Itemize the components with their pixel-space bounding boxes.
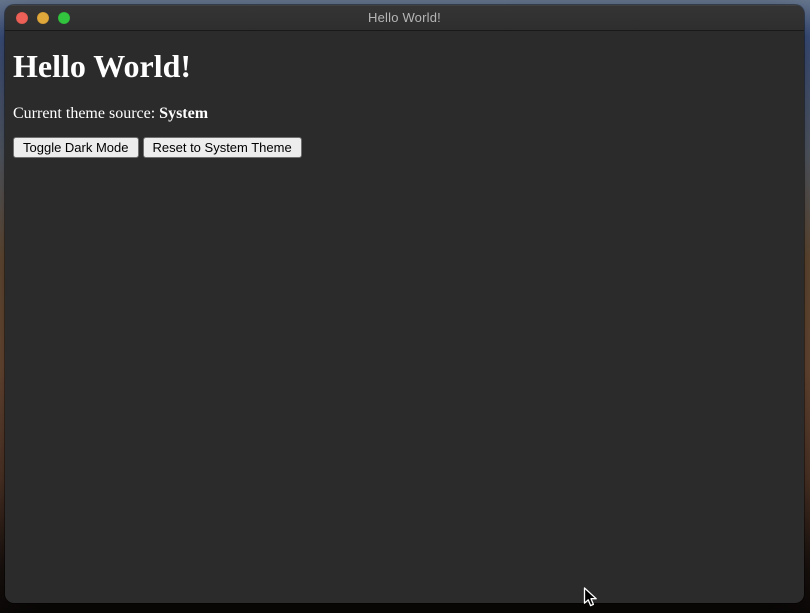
titlebar[interactable]: Hello World! bbox=[5, 5, 804, 31]
app-window: Hello World! Hello World! Current theme … bbox=[5, 5, 804, 603]
traffic-lights bbox=[16, 5, 70, 30]
close-icon[interactable] bbox=[16, 12, 28, 24]
theme-source-line: Current theme source: System bbox=[13, 105, 796, 123]
toggle-dark-mode-button[interactable]: Toggle Dark Mode bbox=[13, 137, 139, 158]
button-row: Toggle Dark Mode Reset to System Theme bbox=[13, 137, 796, 158]
window-title: Hello World! bbox=[368, 10, 441, 25]
page-content: Hello World! Current theme source: Syste… bbox=[5, 48, 804, 603]
page-title: Hello World! bbox=[13, 48, 796, 85]
reset-to-system-theme-button[interactable]: Reset to System Theme bbox=[143, 137, 302, 158]
minimize-icon[interactable] bbox=[37, 12, 49, 24]
theme-source-value: System bbox=[159, 105, 208, 122]
desktop-background: Hello World! Hello World! Current theme … bbox=[0, 0, 810, 613]
zoom-icon[interactable] bbox=[58, 12, 70, 24]
theme-source-label: Current theme source: bbox=[13, 105, 159, 122]
